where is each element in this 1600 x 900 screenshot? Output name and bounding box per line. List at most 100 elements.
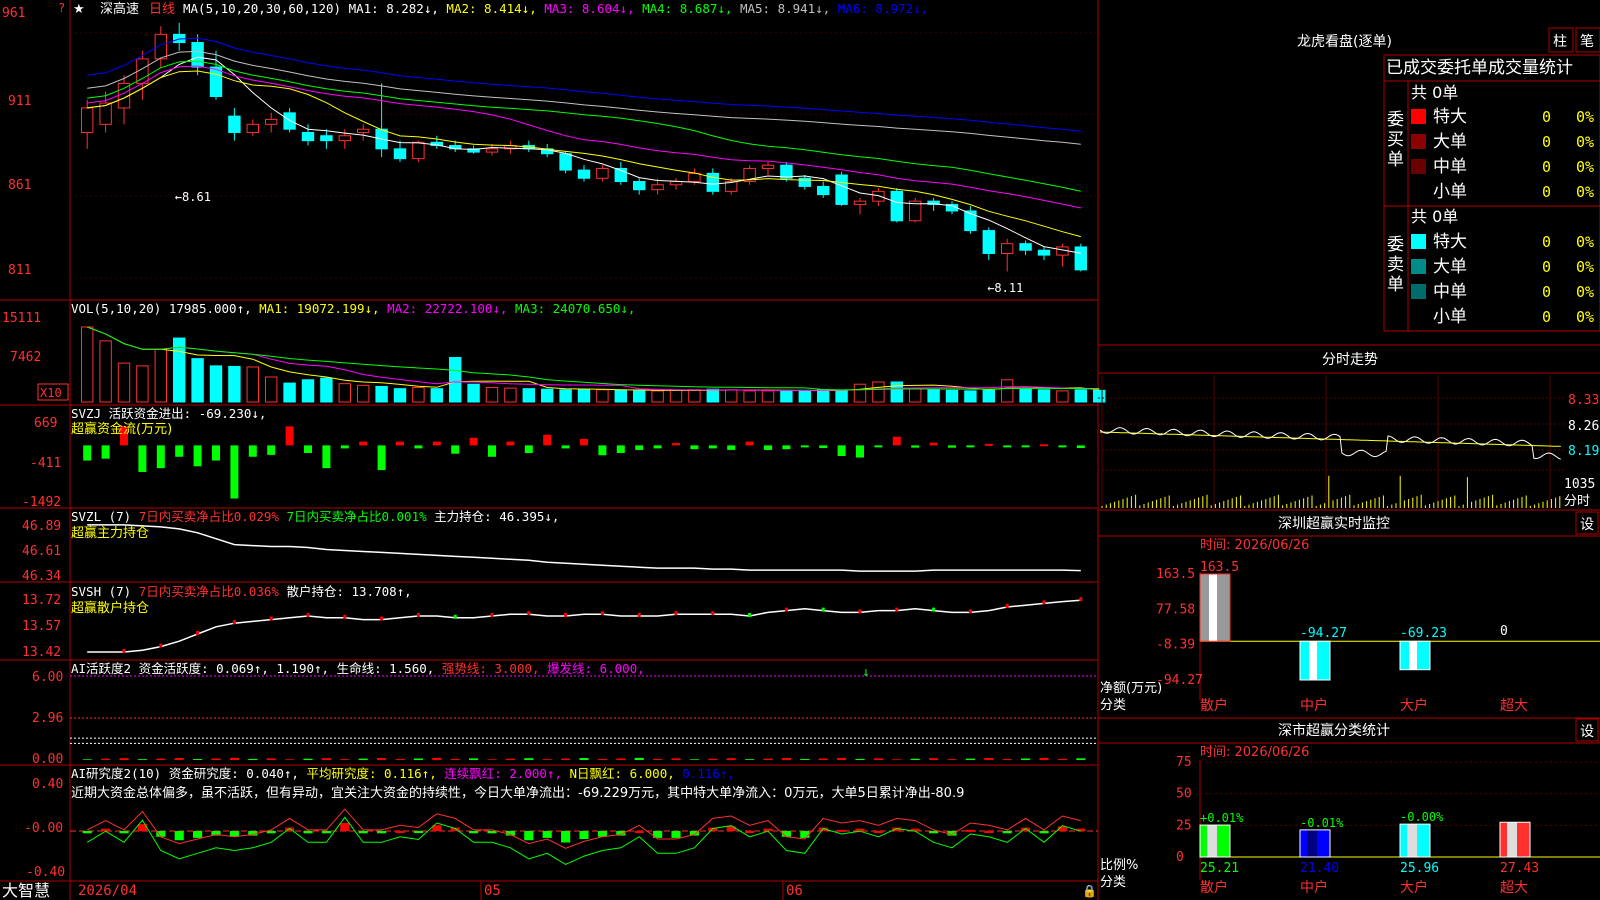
retail-holding-tick — [196, 631, 200, 635]
aiact-legend-item: 资金活跃度: 0.069↑, 1.190↑, — [139, 661, 337, 676]
volume-bar — [927, 388, 940, 403]
candle — [264, 118, 278, 125]
volume-bar — [80, 326, 94, 403]
volume-bar — [724, 389, 738, 403]
research-bar — [984, 831, 994, 833]
monitor-value-label: 0 — [1500, 624, 1508, 639]
monitor-category: 超大 — [1500, 698, 1528, 714]
sell-side-char: 卖 — [1387, 255, 1404, 275]
svzl-legend-text: 7日内买卖净占比0.001% — [286, 509, 434, 524]
activity-bar — [1039, 757, 1049, 760]
vol-legend-value: 17985.000↑, — [169, 301, 259, 316]
ma-legend-item: MA5: 8.941↓, — [740, 1, 838, 16]
research-bar — [965, 829, 975, 832]
ai-activity-legend: AI活跃度2 资金活跃度: 0.069↑, 1.190↑, 生命线: 1.560… — [71, 661, 645, 676]
period-label[interactable]: 日线 — [149, 2, 175, 17]
fund-flow-bar — [653, 445, 662, 449]
volume-bar — [246, 366, 260, 403]
research-bar — [174, 831, 184, 841]
volume-bar — [982, 389, 996, 403]
aiact-legend-item: 爆发线: 6.000, — [547, 661, 645, 676]
svsh-ytick: 13.42 — [22, 645, 61, 660]
activity-bar — [855, 758, 865, 760]
volume-bar — [154, 348, 168, 403]
research-bar — [800, 831, 810, 838]
aiact-ytick: 2.96 — [32, 711, 63, 726]
volume-bar — [596, 389, 609, 403]
ai-comment: 近期大资金总体偏多，虽不活跃，但有异动，宜关注大资金的持续性，今日大单净流出：-… — [71, 785, 964, 801]
buy-side-label: 委买单 — [1387, 110, 1404, 170]
fund-flow-bar — [1058, 445, 1067, 448]
dt-row-count: 0 — [1542, 258, 1551, 276]
research-bar — [119, 831, 129, 834]
volume-bar — [301, 379, 315, 403]
volume-bar — [412, 387, 425, 403]
fund-flow-bar — [340, 445, 349, 449]
svsh-legend-text: 7日内买卖净占比0.036% — [139, 584, 287, 599]
tick-view-label: 笔 — [1580, 34, 1594, 50]
aires-legend-item: 资金研究度: 0.040↑, — [169, 766, 307, 781]
intraday-ytick: 8.26 — [1568, 419, 1599, 434]
volume-bar — [559, 389, 572, 403]
dt-row-pct: 0% — [1576, 258, 1594, 276]
monitor-ytick: -8.39 — [1156, 638, 1195, 653]
dt-row-pct: 0% — [1576, 158, 1594, 176]
fund-flow-bar — [396, 441, 404, 446]
sz-monitor-time: 时间: 2026/06/26 — [1200, 538, 1309, 553]
svzl-legend-title: SVZL (7) — [71, 509, 139, 524]
volume-bar — [853, 383, 867, 403]
sz-stats-xlabel: 分类 — [1100, 875, 1126, 890]
candle — [632, 181, 646, 191]
buy-total: 共 0单 — [1411, 83, 1458, 102]
activity-bar — [395, 759, 405, 760]
high-marker: ←8.61 — [175, 190, 211, 204]
svsh-legend: SVSH (7) 7日内买卖净占比0.036% 散户持仓: 13.708↑, — [71, 584, 412, 599]
monitor-ytick: 77.58 — [1156, 602, 1195, 617]
fund-flow-bar — [966, 445, 975, 448]
lock-icon[interactable]: 🔒 — [1082, 884, 1097, 898]
stats-change-label: -0.01% — [1300, 816, 1344, 830]
svzj-legend-title: SVZJ — [71, 406, 109, 421]
monitor-ytick: -94.27 — [1156, 673, 1203, 688]
activity-bar — [413, 758, 423, 760]
retail-holding-tick — [122, 649, 126, 653]
volume-bar — [393, 388, 407, 403]
fund-flow-bar — [856, 445, 864, 458]
volume-bar — [945, 389, 959, 403]
volume-bar — [1019, 388, 1032, 403]
stock-name[interactable]: 深高速 — [100, 1, 139, 17]
activity-bar — [965, 758, 975, 760]
retail-holding-tick — [306, 613, 310, 617]
research-bar — [929, 831, 939, 834]
activity-bar — [726, 758, 736, 760]
dt-swatch — [1411, 234, 1426, 249]
retail-holding-tick — [564, 613, 568, 617]
research-bar — [340, 822, 350, 831]
activity-bar — [156, 758, 166, 760]
fund-flow-bar — [543, 434, 552, 446]
candle — [651, 184, 664, 191]
star-icon[interactable]: ★ — [73, 2, 85, 17]
fund-flow-bar — [156, 445, 165, 469]
activity-bar — [763, 758, 773, 760]
dt-swatch — [1411, 159, 1426, 174]
activity-bar — [1021, 758, 1031, 760]
fund-flow-bar — [432, 441, 441, 446]
fund-flow-bar — [984, 443, 993, 446]
monitor-bar-highlight — [1309, 641, 1317, 680]
activity-bar — [892, 759, 902, 760]
fund-flow-bar — [1021, 445, 1030, 448]
research-bar — [377, 831, 387, 834]
dragon-tiger-title: 龙虎看盘(逐单) — [1297, 33, 1392, 50]
candle — [1000, 243, 1014, 254]
activity-bar — [947, 759, 957, 760]
monitor-value-label: -94.27 — [1300, 626, 1347, 641]
activity-bar — [984, 758, 994, 760]
candle — [338, 135, 352, 142]
dt-row-label: 大单 — [1433, 257, 1467, 277]
fund-flow-bar — [837, 445, 846, 457]
fund-flow-bar — [874, 445, 883, 448]
stats-category: 超大 — [1500, 880, 1528, 896]
sz-stats-time: 时间: 2026/06/26 — [1200, 745, 1309, 760]
intraday-vol-label: 1035 — [1564, 477, 1595, 492]
